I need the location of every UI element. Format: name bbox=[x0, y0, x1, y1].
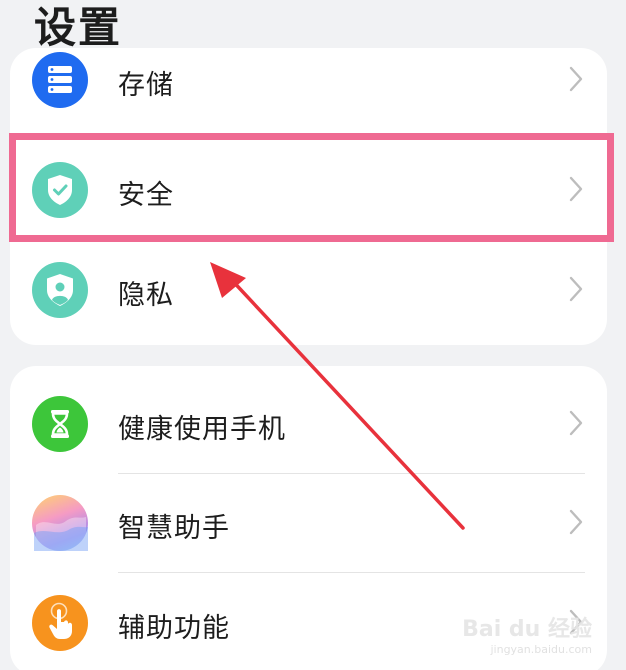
settings-item-label: 存储 bbox=[118, 70, 174, 101]
settings-item-label: 健康使用手机 bbox=[118, 414, 286, 445]
hourglass-icon bbox=[32, 396, 88, 452]
watermark-logo: Bai du 经验 jingyan.baidu.com bbox=[462, 617, 592, 656]
settings-item-security[interactable]: 安全 bbox=[10, 140, 607, 240]
settings-item-smart-assistant[interactable]: 智慧助手 bbox=[10, 473, 607, 573]
settings-item-label: 安全 bbox=[118, 180, 174, 211]
chevron-right-icon bbox=[569, 176, 583, 202]
privacy-shield-icon bbox=[32, 262, 88, 318]
settings-item-privacy[interactable]: 隐私 bbox=[10, 240, 607, 340]
shield-check-icon bbox=[32, 162, 88, 218]
settings-item-digital-balance[interactable]: 健康使用手机 bbox=[10, 374, 607, 474]
settings-item-label: 智慧助手 bbox=[118, 513, 230, 544]
storage-icon bbox=[32, 52, 88, 108]
page-title: 设置 bbox=[34, 3, 123, 52]
chevron-right-icon bbox=[569, 276, 583, 302]
settings-item-label: 隐私 bbox=[118, 280, 174, 311]
assistant-icon bbox=[32, 495, 88, 551]
chevron-right-icon bbox=[569, 66, 583, 92]
settings-item-storage[interactable]: 存储 bbox=[10, 48, 607, 130]
settings-item-label: 辅助功能 bbox=[118, 613, 230, 644]
chevron-right-icon bbox=[569, 410, 583, 436]
chevron-right-icon bbox=[569, 509, 583, 535]
hand-tap-icon bbox=[32, 595, 88, 651]
settings-group-1: 存储 安全 隐私 bbox=[10, 48, 607, 345]
